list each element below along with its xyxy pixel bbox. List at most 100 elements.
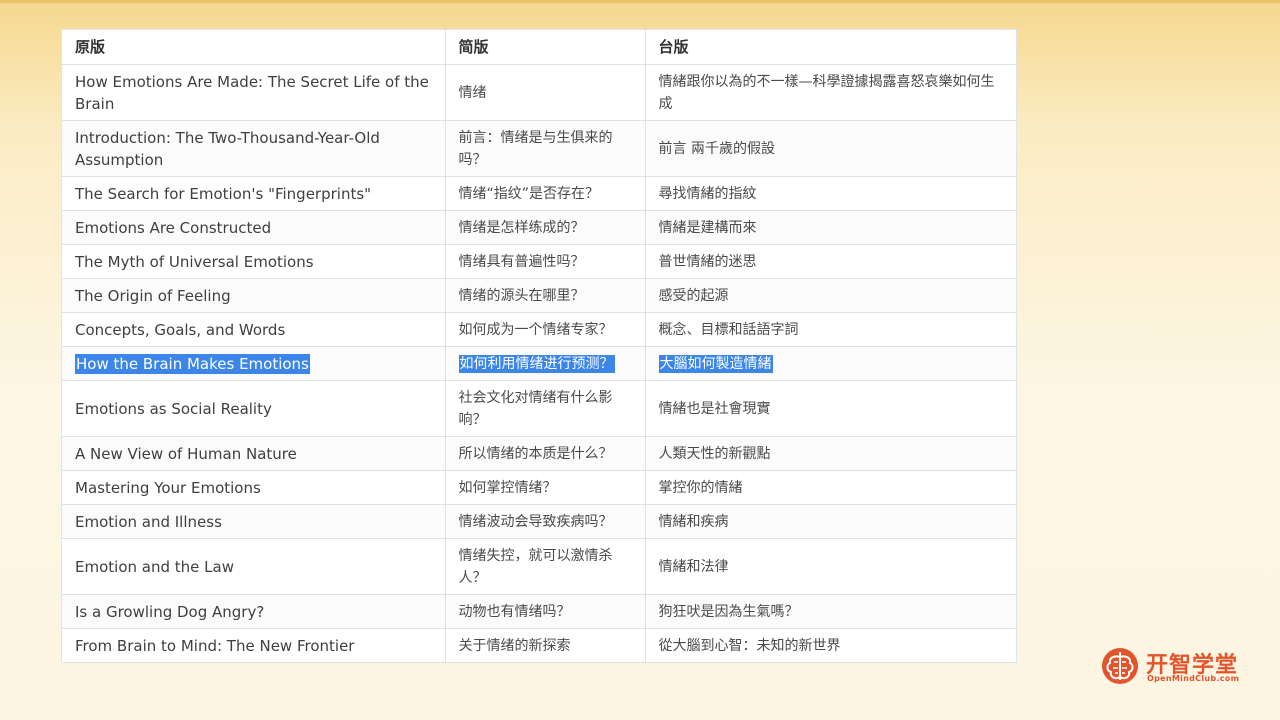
cell-traditional[interactable]: 大腦如何製造情緒 <box>645 346 1016 381</box>
cell-simplified[interactable]: 情绪是怎样练成的？ <box>445 210 646 245</box>
cell-original-text: Emotion and the Law <box>75 557 234 576</box>
cell-simplified-text: 如何掌控情绪？ <box>458 479 557 496</box>
cell-original-text: The Search for Emotion's "Fingerprints" <box>75 184 372 203</box>
cell-original[interactable]: The Myth of Universal Emotions <box>62 244 446 279</box>
cell-simplified[interactable]: 如何成为一个情绪专家？ <box>445 312 646 347</box>
cell-traditional-text: 感受的起源 <box>658 287 729 304</box>
cell-original[interactable]: Emotions Are Constructed <box>62 210 446 245</box>
cell-simplified[interactable]: 情绪波动会导致疾病吗？ <box>445 504 646 539</box>
cell-simplified[interactable]: 情绪 <box>445 64 646 121</box>
cell-simplified-text: 情绪具有普遍性吗？ <box>458 253 585 270</box>
cell-original[interactable]: Is a Growling Dog Angry? <box>62 594 446 629</box>
cell-traditional[interactable]: 情緒和法律 <box>645 538 1016 595</box>
cell-traditional-text: 前言 兩千歲的假設 <box>658 140 775 157</box>
cell-traditional-text: 尋找情緒的指紋 <box>658 185 757 202</box>
top-accent-strip <box>0 0 1280 3</box>
cell-original[interactable]: How the Brain Makes Emotions <box>62 346 446 381</box>
cell-original[interactable]: Emotions as Social Reality <box>62 380 446 437</box>
cell-simplified-text: 前言：情绪是与生俱来的吗？ <box>458 129 613 168</box>
cell-simplified[interactable]: 所以情绪的本质是什么？ <box>445 436 646 471</box>
header-original: 原版 <box>62 30 446 65</box>
cell-original[interactable]: Concepts, Goals, and Words <box>62 312 446 347</box>
cell-simplified-text: 社会文化对情绪有什么影响？ <box>458 389 613 428</box>
cell-original-text: The Origin of Feeling <box>75 286 231 305</box>
cell-simplified[interactable]: 情绪具有普遍性吗？ <box>445 244 646 279</box>
table-row: How the Brain Makes Emotions 如何利用情绪进行预测？ 大… <box>62 346 1016 381</box>
cell-original-text: The Myth of Universal Emotions <box>75 252 314 271</box>
table-row: Mastering Your Emotions 如何掌控情绪？ 掌控你的情緒 <box>62 470 1016 505</box>
cell-simplified[interactable]: 情绪失控，就可以激情杀人？ <box>445 538 646 595</box>
table-row: A New View of Human Nature 所以情绪的本质是什么？ 人類天… <box>62 436 1016 471</box>
cell-traditional-text: 情緒和法律 <box>658 558 729 575</box>
chapter-comparison-table: 原版 简版 台版 How Emotions Are Made: The Secr… <box>61 29 1017 663</box>
table-row: How Emotions Are Made: The Secret Life o… <box>62 64 1016 121</box>
cell-simplified[interactable]: 如何掌控情绪？ <box>445 470 646 505</box>
cell-traditional[interactable]: 尋找情緒的指紋 <box>645 176 1016 211</box>
cell-simplified-text: 所以情绪的本质是什么？ <box>458 445 613 462</box>
cell-original[interactable]: Introduction: The Two-Thousand-Year-Old … <box>62 120 446 177</box>
table-body: How Emotions Are Made: The Secret Life o… <box>62 64 1016 663</box>
cell-traditional[interactable]: 掌控你的情緒 <box>645 470 1016 505</box>
cell-original-text: A New View of Human Nature <box>75 444 297 463</box>
cell-simplified[interactable]: 情绪的源头在哪里？ <box>445 278 646 313</box>
cell-original[interactable]: How Emotions Are Made: The Secret Life o… <box>62 64 446 121</box>
cell-original[interactable]: A New View of Human Nature <box>62 436 446 471</box>
cell-traditional[interactable]: 感受的起源 <box>645 278 1016 313</box>
cell-simplified-text: 关于情绪的新探索 <box>458 637 571 654</box>
cell-original-text: Introduction: The Two-Thousand-Year-Old … <box>75 128 380 169</box>
table-row: The Search for Emotion's "Fingerprints" 情… <box>62 176 1016 211</box>
cell-original[interactable]: From Brain to Mind: The New Frontier <box>62 628 446 662</box>
cell-original[interactable]: Emotion and Illness <box>62 504 446 539</box>
comparison-table: 原版 简版 台版 How Emotions Are Made: The Secr… <box>62 30 1016 662</box>
cell-simplified[interactable]: 关于情绪的新探索 <box>445 628 646 662</box>
cell-traditional-text: 情緒跟你以為的不一樣—科學證據揭露喜怒哀樂如何生成 <box>658 73 995 112</box>
cell-traditional[interactable]: 普世情緒的迷思 <box>645 244 1016 279</box>
cell-traditional-text: 大腦如何製造情緒 <box>658 354 773 373</box>
cell-traditional-text: 從大腦到心智：未知的新世界 <box>658 637 841 654</box>
table-row: Emotions as Social Reality 社会文化对情绪有什么影响？ 情… <box>62 380 1016 437</box>
cell-traditional-text: 情緒是建構而來 <box>658 219 757 236</box>
table-row: Emotion and the Law 情绪失控，就可以激情杀人？ 情緒和法律 <box>62 538 1016 595</box>
cell-traditional-text: 人類天性的新觀點 <box>658 445 771 462</box>
cell-traditional-text: 情緒也是社會現實 <box>658 400 771 417</box>
cell-traditional[interactable]: 狗狂吠是因為生氣嗎？ <box>645 594 1016 629</box>
cell-traditional[interactable]: 前言 兩千歲的假設 <box>645 120 1016 177</box>
cell-original-text: Emotions as Social Reality <box>75 399 272 418</box>
cell-simplified[interactable]: 社会文化对情绪有什么影响？ <box>445 380 646 437</box>
cell-simplified-text: 情绪的源头在哪里？ <box>458 287 585 304</box>
cell-original-text: How Emotions Are Made: The Secret Life o… <box>75 72 429 113</box>
cell-original-text: Mastering Your Emotions <box>75 478 261 497</box>
cell-original-text: How the Brain Makes Emotions <box>75 353 310 374</box>
cell-original-text: Is a Growling Dog Angry? <box>75 602 265 621</box>
cell-simplified[interactable]: 如何利用情绪进行预测？ <box>445 346 646 381</box>
cell-original[interactable]: The Search for Emotion's "Fingerprints" <box>62 176 446 211</box>
cell-traditional[interactable]: 情緒跟你以為的不一樣—科學證據揭露喜怒哀樂如何生成 <box>645 64 1016 121</box>
cell-simplified[interactable]: 动物也有情绪吗？ <box>445 594 646 629</box>
cell-original[interactable]: Emotion and the Law <box>62 538 446 595</box>
cell-traditional[interactable]: 情緒和疾病 <box>645 504 1016 539</box>
cell-simplified-text: 如何成为一个情绪专家？ <box>458 321 613 338</box>
cell-traditional[interactable]: 從大腦到心智：未知的新世界 <box>645 629 1016 663</box>
cell-original[interactable]: The Origin of Feeling <box>62 278 446 313</box>
cell-simplified-text: 情绪“指纹”是否存在？ <box>458 185 600 202</box>
cell-simplified[interactable]: 前言：情绪是与生俱来的吗？ <box>445 120 646 177</box>
openmindclub-logo: 开智学堂 OpenMindClub.com <box>1100 645 1248 687</box>
cell-original[interactable]: Mastering Your Emotions <box>62 470 446 505</box>
cell-traditional-text: 概念、目標和話語字詞 <box>658 321 799 338</box>
table-row: The Myth of Universal Emotions 情绪具有普遍性吗？ 普… <box>62 244 1016 279</box>
cell-original-text: Emotion and Illness <box>75 512 222 531</box>
cell-original-text: From Brain to Mind: The New Frontier <box>75 636 355 655</box>
cell-simplified-text: 情绪波动会导致疾病吗？ <box>458 513 613 530</box>
cell-traditional-text: 情緒和疾病 <box>658 513 729 530</box>
cell-traditional-text: 掌控你的情緒 <box>658 479 743 496</box>
cell-original-text: Concepts, Goals, and Words <box>75 320 286 339</box>
table-header-row: 原版 简版 台版 <box>62 30 1016 65</box>
cell-traditional[interactable]: 概念、目標和話語字詞 <box>645 312 1016 347</box>
cell-traditional[interactable]: 情緒也是社會現實 <box>645 380 1016 437</box>
cell-traditional[interactable]: 情緒是建構而來 <box>645 210 1016 245</box>
table-row: Introduction: The Two-Thousand-Year-Old … <box>62 120 1016 177</box>
cell-simplified[interactable]: 情绪“指纹”是否存在？ <box>445 176 646 211</box>
cell-simplified-text: 情绪是怎样练成的？ <box>458 219 585 236</box>
cell-traditional[interactable]: 人類天性的新觀點 <box>645 436 1016 471</box>
table-row: Concepts, Goals, and Words 如何成为一个情绪专家？ 概念、… <box>62 312 1016 347</box>
